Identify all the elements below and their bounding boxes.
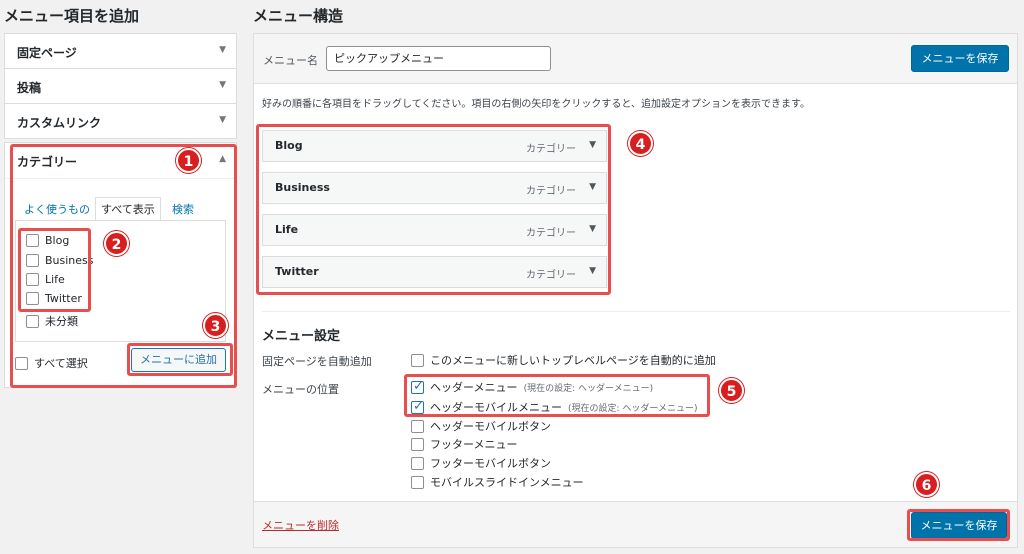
checkbox[interactable] [411, 456, 424, 470]
location-label: ヘッダーモバイルメニュー [430, 401, 562, 414]
delete-menu-link[interactable]: メニューを削除 [262, 517, 339, 533]
menu-structure-title: メニュー構造 [253, 7, 344, 25]
caret-up-icon[interactable]: ▲ [219, 154, 226, 164]
accordion-posts[interactable]: 投稿 ▼ [4, 68, 237, 104]
accordion-pages[interactable]: 固定ページ ▼ [4, 33, 237, 69]
caret-down-icon[interactable]: ▼ [589, 266, 596, 276]
checkbox[interactable] [26, 273, 39, 286]
caret-down-icon[interactable]: ▼ [589, 224, 596, 234]
select-all-checkbox[interactable]: すべて選択 [15, 355, 88, 371]
menu-item-type: カテゴリー [526, 186, 576, 197]
menu-header-bar: メニュー名 ピックアップメニュー メニューを保存 [254, 34, 1017, 84]
accordion-custom-links-label: カスタムリンク [17, 116, 102, 130]
add-menu-items-title: メニュー項目を追加 [4, 7, 140, 25]
tab-most-used[interactable]: よく使うもの [24, 198, 90, 222]
location-label: フッターメニュー [430, 438, 518, 451]
category-checkbox-blog[interactable]: Blog [26, 234, 69, 247]
category-label: Business [45, 254, 94, 267]
menu-item-type: カテゴリー [526, 270, 576, 281]
menu-item-title: Blog [275, 139, 303, 152]
checkbox[interactable] [26, 234, 39, 247]
location-header-mobile-menu[interactable]: ヘッダーモバイルメニュー (現在の設定: ヘッダーメニュー) [411, 399, 698, 415]
location-header-mobile-button[interactable]: ヘッダーモバイルボタン [411, 418, 551, 434]
category-label: Life [45, 273, 65, 286]
checkbox[interactable] [411, 419, 424, 433]
location-note: (現在の設定: ヘッダーメニュー) [523, 383, 654, 394]
menu-name-input[interactable]: ピックアップメニュー [326, 46, 551, 71]
accordion-categories-label: カテゴリー [17, 155, 78, 169]
checkbox-checked[interactable] [411, 399, 424, 414]
caret-down-icon[interactable]: ▼ [589, 182, 596, 192]
checkbox[interactable] [26, 254, 39, 267]
menu-location-label: メニューの位置 [262, 383, 339, 396]
caret-down-icon[interactable]: ▼ [589, 140, 596, 150]
location-note: (現在の設定: ヘッダーメニュー) [568, 403, 698, 414]
accordion-categories-header[interactable]: カテゴリー ▲ [5, 143, 236, 179]
menu-item-title: Twitter [275, 265, 319, 278]
caret-down-icon[interactable]: ▼ [219, 45, 226, 55]
location-label: ヘッダーメニュー [430, 381, 518, 394]
category-checkbox-twitter[interactable]: Twitter [26, 292, 82, 305]
menu-item-business[interactable]: Business カテゴリー ▼ [262, 172, 607, 204]
annotation-badge-5: 5 [719, 378, 744, 403]
caret-down-icon[interactable]: ▼ [219, 115, 226, 125]
location-label: モバイルスライドインメニュー [430, 476, 584, 489]
menu-item-blog[interactable]: Blog カテゴリー ▼ [262, 130, 607, 162]
checkbox[interactable] [411, 475, 424, 489]
add-to-menu-button[interactable]: メニューに追加 [131, 348, 226, 372]
menu-footer-bar: メニューを削除 メニューを保存 [254, 501, 1017, 547]
category-label: 未分類 [45, 315, 78, 328]
menu-item-twitter[interactable]: Twitter カテゴリー ▼ [262, 256, 607, 288]
menu-item-title: Life [275, 223, 299, 236]
accordion-posts-label: 投稿 [17, 81, 42, 95]
annotation-badge-2: 2 [104, 231, 129, 256]
annotation-badge-4: 4 [628, 131, 653, 156]
category-label: Blog [45, 234, 70, 247]
annotation-badge-6: 6 [914, 472, 939, 497]
auto-add-option-label: このメニューに新しいトップレベルページを自動的に追加 [430, 354, 716, 367]
checkbox[interactable] [411, 353, 424, 367]
category-checkbox-business[interactable]: Business [26, 254, 94, 267]
divider [262, 311, 1010, 312]
save-menu-button-bottom[interactable]: メニューを保存 [911, 512, 1007, 539]
auto-add-checkbox[interactable]: このメニューに新しいトップレベルページを自動的に追加 [411, 352, 716, 368]
menu-item-type: カテゴリー [526, 144, 576, 155]
checkbox[interactable] [411, 437, 424, 451]
location-label: ヘッダーモバイルボタン [430, 420, 551, 433]
tab-search[interactable]: 検索 [172, 198, 194, 222]
location-label: フッターモバイルボタン [430, 457, 551, 470]
location-footer-menu[interactable]: フッターメニュー [411, 436, 518, 452]
checkbox[interactable] [15, 356, 28, 370]
annotation-badge-1: 1 [176, 148, 201, 173]
menu-item-title: Business [275, 181, 330, 194]
select-all-label: すべて選択 [34, 357, 88, 370]
auto-add-label: 固定ページを自動追加 [262, 355, 372, 368]
category-checkbox-uncategorized[interactable]: 未分類 [26, 313, 78, 329]
annotation-badge-3: 3 [203, 313, 228, 338]
checkbox[interactable] [26, 314, 39, 328]
menu-name-label: メニュー名 [263, 54, 318, 67]
menu-items-accordion: 固定ページ ▼ 投稿 ▼ カスタムリンク ▼ [4, 33, 237, 139]
menu-structure-panel: メニュー名 ピックアップメニュー メニューを保存 好みの順番に各項目をドラッグし… [253, 33, 1018, 548]
checkbox[interactable] [26, 292, 39, 305]
location-header-menu[interactable]: ヘッダーメニュー (現在の設定: ヘッダーメニュー) [411, 379, 653, 395]
accordion-custom-links[interactable]: カスタムリンク ▼ [4, 103, 237, 139]
menu-settings-title: メニュー設定 [262, 329, 341, 344]
category-label: Twitter [45, 292, 82, 305]
accordion-pages-label: 固定ページ [17, 46, 77, 60]
caret-down-icon[interactable]: ▼ [219, 80, 226, 90]
menu-item-life[interactable]: Life カテゴリー ▼ [262, 214, 607, 246]
menu-instructions: 好みの順番に各項目をドラッグしてください。項目の右側の矢印をクリックすると、追加… [262, 99, 810, 110]
save-menu-button-top[interactable]: メニューを保存 [911, 45, 1009, 72]
menu-item-type: カテゴリー [526, 228, 576, 239]
checkbox-checked[interactable] [411, 379, 424, 394]
category-checkbox-life[interactable]: Life [26, 273, 65, 286]
location-footer-mobile-button[interactable]: フッターモバイルボタン [411, 455, 551, 471]
location-mobile-slidein-menu[interactable]: モバイルスライドインメニュー [411, 474, 584, 490]
